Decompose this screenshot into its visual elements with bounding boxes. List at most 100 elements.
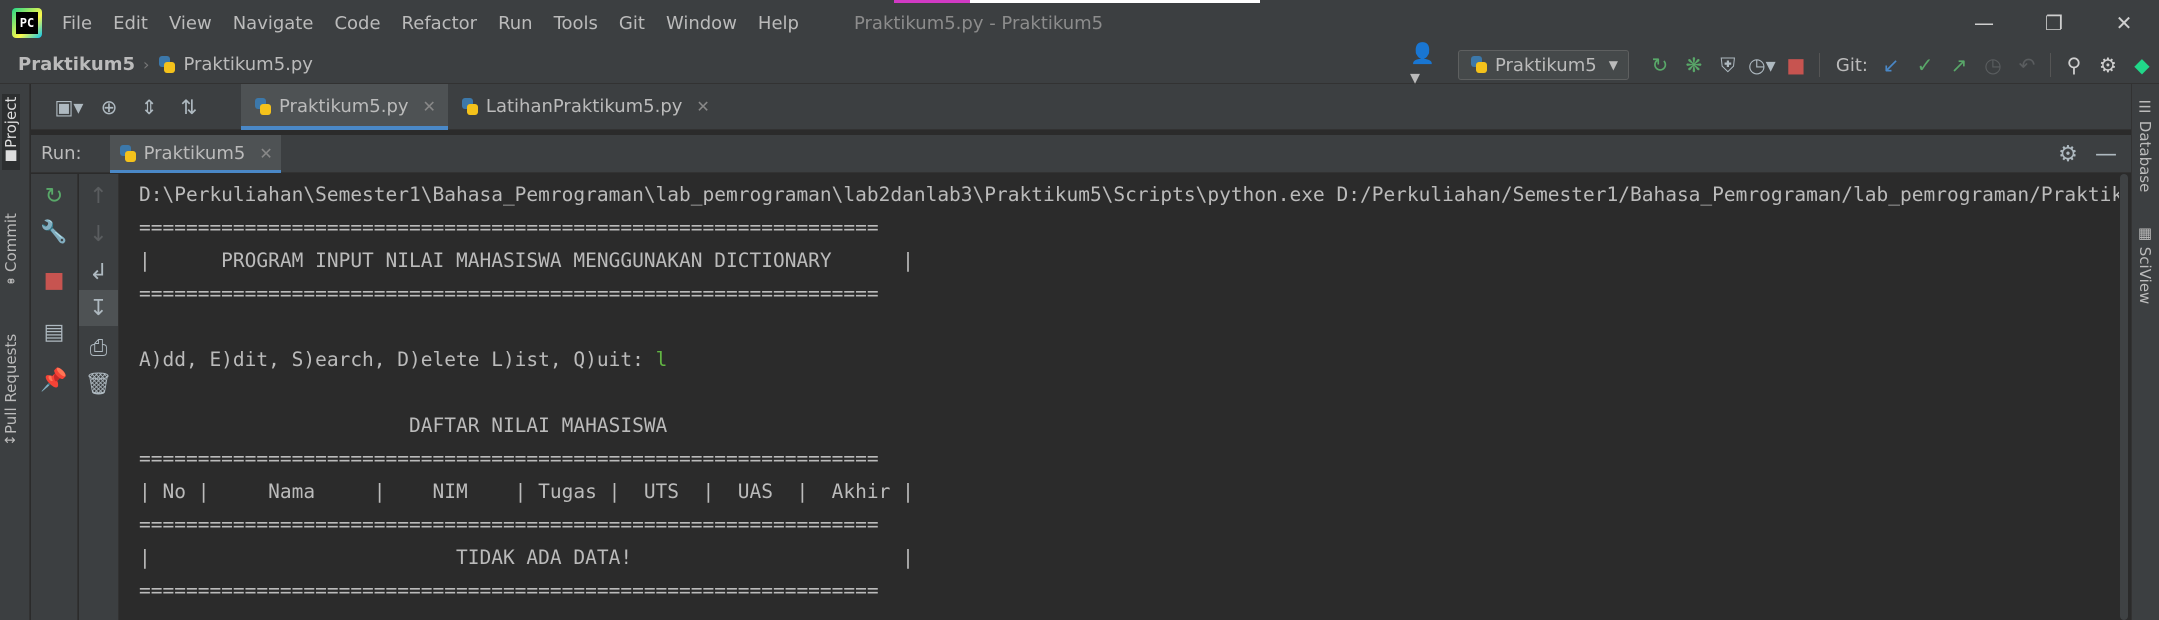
console-separator: ========================================… [139, 447, 879, 470]
locate-file-icon[interactable]: ⊕ [89, 95, 129, 119]
git-push-icon[interactable]: ↗ [1942, 50, 1976, 80]
menu-window[interactable]: Window [666, 13, 737, 34]
editor-tab-bar: ▣▾ ⊕ ⇕ ⇅ Praktikum5.py ✕ LatihanPraktiku… [31, 83, 2131, 130]
commit-icon: ⚭ [3, 272, 19, 288]
run-panel-actions: ⚙ — [2049, 135, 2125, 173]
close-icon[interactable]: ✕ [696, 97, 709, 116]
python-file-icon [157, 55, 177, 75]
menu-code[interactable]: Code [334, 13, 380, 34]
menu-view[interactable]: View [169, 13, 212, 34]
rerun-icon[interactable]: ↻ [31, 178, 77, 214]
stop-icon[interactable]: ■ [1779, 50, 1813, 80]
git-history-icon[interactable]: ◷ [1976, 50, 2010, 80]
database-tool-tab[interactable]: ☰ Database [2136, 98, 2154, 192]
restore-button[interactable]: ❐ [2019, 0, 2089, 46]
trash-icon[interactable]: 🗑 [79, 366, 118, 402]
project-view-selector-icon[interactable]: ▣▾ [49, 95, 89, 119]
tab-latihan-praktikum5[interactable]: LatihanPraktikum5.py ✕ [448, 84, 722, 130]
pull-requests-tool-tab[interactable]: ↕ Pull Requests [2, 310, 20, 452]
console-list-title: DAFTAR NILAI MAHASISWA [139, 414, 668, 437]
layout-icon[interactable]: ▤ [31, 314, 77, 350]
console-separator: ========================================… [139, 216, 879, 239]
database-icon: ☰ [2136, 98, 2154, 121]
modify-config-icon[interactable]: 🔧 [31, 214, 77, 250]
window-controls: — ❐ ✕ [1949, 0, 2159, 46]
menu-tools[interactable]: Tools [554, 13, 598, 34]
python-run-icon [118, 144, 138, 164]
search-icon[interactable]: ⚲ [2057, 50, 2091, 80]
console-user-input: l [655, 348, 668, 371]
run-console[interactable]: D:\Perkuliahan\Semester1\Bahasa_Pemrogra… [120, 174, 2120, 620]
settings-gear-icon[interactable]: ⚙ [2049, 142, 2087, 167]
close-icon[interactable]: ✕ [423, 97, 436, 116]
python-config-icon [1469, 55, 1489, 75]
hide-panel-icon[interactable]: — [2087, 142, 2125, 167]
sciview-tool-tab[interactable]: ▦ SciView [2136, 224, 2154, 304]
git-commit-icon[interactable]: ✓ [1908, 50, 1942, 80]
rerun-icon[interactable]: ↻ [1643, 50, 1677, 80]
folder-icon: ■ [3, 148, 19, 164]
project-tab-label: Project [2, 96, 20, 148]
scrollbar-thumb[interactable] [2120, 174, 2128, 620]
console-separator: ========================================… [139, 513, 879, 536]
run-tab-praktikum5[interactable]: Praktikum5 ✕ [109, 134, 281, 173]
settings-gear-icon[interactable]: ⚙ [2091, 50, 2125, 80]
print-icon[interactable]: ⎙ [79, 330, 118, 366]
coverage-icon[interactable]: ⛨ [1711, 50, 1745, 80]
stop-icon[interactable]: ■ [31, 262, 77, 298]
git-rollback-icon[interactable]: ↶ [2010, 50, 2044, 80]
breadcrumb-project[interactable]: Praktikum5 [18, 54, 135, 75]
project-tool-tab[interactable]: ■ Project [2, 94, 20, 170]
toolbar-divider [2050, 53, 2051, 77]
profile-icon[interactable]: ◷▾ [1745, 50, 1779, 80]
console-separator: ========================================… [139, 282, 879, 305]
project-view-tools: ▣▾ ⊕ ⇕ ⇅ [31, 95, 241, 119]
tab-praktikum5[interactable]: Praktikum5.py ✕ [241, 83, 448, 130]
console-command-line: D:\Perkuliahan\Semester1\Bahasa_Pemrogra… [139, 183, 2120, 206]
collapse-all-icon[interactable]: ⇅ [169, 95, 209, 119]
console-table-header: | No | Nama | NIM | Tugas | UTS | UAS | … [139, 480, 914, 503]
down-arrow-icon[interactable]: ↓ [79, 216, 118, 252]
console-scrollbar[interactable] [2119, 174, 2129, 620]
console-empty-row: | TIDAK ADA DATA! | [139, 546, 914, 569]
expand-all-icon[interactable]: ⇕ [129, 95, 169, 119]
pycharm-logo: PC [12, 8, 42, 38]
toolbar-divider [1818, 53, 1820, 77]
pull-requests-tab-label: Pull Requests [2, 334, 20, 435]
menu-git[interactable]: Git [619, 13, 645, 34]
pin-tab-icon[interactable]: 📌 [31, 362, 77, 398]
menu-refactor[interactable]: Refactor [402, 13, 478, 34]
breadcrumb: Praktikum5 › Praktikum5.py [18, 54, 313, 75]
chevron-down-icon: ▼ [1608, 58, 1618, 72]
database-tab-label: Database [2136, 120, 2154, 193]
run-configuration-select[interactable]: Praktikum5 ▼ [1457, 50, 1629, 80]
console-separator: ========================================… [139, 579, 879, 602]
python-file-icon [460, 97, 480, 117]
menu-file[interactable]: File [62, 13, 92, 34]
user-icon[interactable]: 👤▾ [1410, 41, 1444, 89]
menu-help[interactable]: Help [758, 13, 799, 34]
scroll-to-end-icon[interactable]: ↧ [79, 290, 118, 326]
breadcrumb-file[interactable]: Praktikum5.py [183, 54, 313, 75]
close-window-button[interactable]: ✕ [2089, 0, 2159, 46]
git-update-icon[interactable]: ↙ [1874, 50, 1908, 80]
soft-wrap-icon[interactable]: ↲ [79, 254, 118, 290]
menu-run[interactable]: Run [498, 13, 533, 34]
title-accent-bar [894, 0, 1260, 3]
main-toolbar: 👤▾ Praktikum5 ▼ ↻ ❋ ⛨ ◷▾ ■ Git: ↙ ✓ ↗ ◷ … [1410, 41, 2159, 89]
debug-icon[interactable]: ❋ [1677, 50, 1711, 80]
window-title: Praktikum5.py - Praktikum5 [853, 12, 1104, 34]
minimize-button[interactable]: — [1949, 0, 2019, 46]
python-file-icon [253, 97, 273, 117]
close-icon[interactable]: ✕ [259, 144, 272, 163]
right-tool-window-bar: ☰ Database ▦ SciView [2131, 84, 2159, 620]
menu-navigate[interactable]: Navigate [233, 13, 314, 34]
jetbrains-toolbox-icon[interactable]: ◆ [2125, 50, 2159, 80]
sciview-tab-label: SciView [2136, 246, 2154, 305]
menu-edit[interactable]: Edit [113, 13, 148, 34]
title-bar: PC File Edit View Navigate Code Refactor… [0, 0, 2159, 46]
up-arrow-icon[interactable]: ↑ [79, 178, 118, 214]
commit-tool-tab[interactable]: ⚭ Commit [2, 200, 20, 294]
